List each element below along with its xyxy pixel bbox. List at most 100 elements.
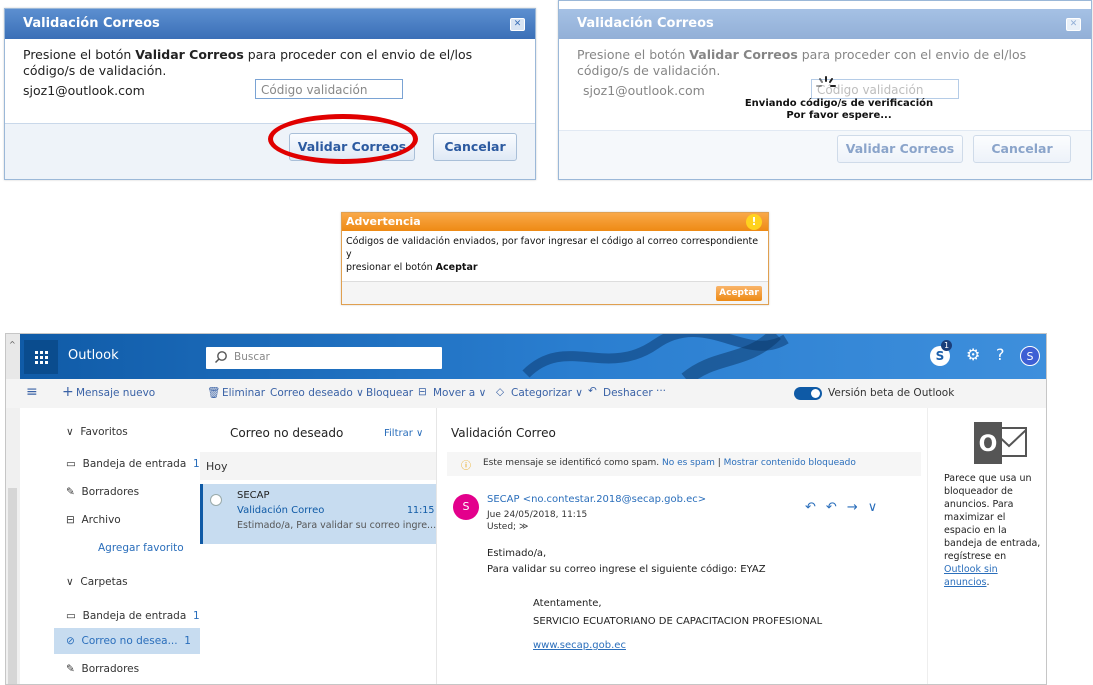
delete-button[interactable]: Eliminar: [222, 387, 265, 399]
ad-pane: O Parece que usa un bloqueador de anunci…: [927, 408, 1046, 684]
outlook-window: ^ Outlook Buscar S 1 ⚙ ? S ≡ + Mensaje n…: [5, 333, 1047, 685]
reply-icon[interactable]: ↶: [805, 500, 826, 515]
warning-titlebar: Advertencia !: [342, 213, 768, 231]
item-time: 11:15: [407, 505, 435, 516]
dialog-title: Validación Correos: [23, 16, 160, 31]
chevron-down-icon[interactable]: ∨: [868, 500, 888, 515]
warning-dialog: Advertencia ! Códigos de validación envi…: [341, 212, 769, 305]
message-list: Correo no deseado Filtrar ∨ Hoy SECAP Va…: [200, 408, 437, 684]
header-decoration: [522, 334, 789, 379]
message-recipients[interactable]: Usted; ≫: [487, 522, 528, 532]
select-checkbox[interactable]: [210, 494, 222, 506]
add-favorite-link[interactable]: Agregar favorito: [98, 542, 184, 554]
cancel-button[interactable]: Cancelar: [433, 133, 517, 161]
app-name[interactable]: Outlook: [68, 348, 119, 363]
item-subject: Validación Correo: [237, 505, 325, 516]
hamburger-icon[interactable]: ≡: [26, 384, 38, 400]
email-label: sjoz1@outlook.com: [583, 83, 705, 98]
forward-icon[interactable]: →: [847, 500, 868, 515]
body-closing: Atentamente,: [533, 598, 602, 609]
folders-header[interactable]: ∨ Carpetas: [66, 576, 128, 588]
notification-badge: 1: [941, 340, 952, 351]
nav-drafts-favorite[interactable]: ✎ Borradores: [66, 486, 139, 498]
nav-drafts[interactable]: ✎ Borradores: [66, 663, 139, 675]
nav-inbox[interactable]: ▭ Bandeja de entrada 1: [66, 610, 200, 622]
help-icon[interactable]: ?: [996, 345, 1005, 364]
show-blocked-link[interactable]: Mostrar contenido bloqueado: [724, 458, 856, 468]
info-icon: ⓘ: [461, 461, 471, 472]
validate-emails-button[interactable]: Validar Correos: [837, 135, 963, 163]
close-icon[interactable]: ✕: [510, 18, 525, 31]
message-subject: Validación Correo: [451, 426, 556, 440]
scrollbar-left[interactable]: [6, 408, 20, 684]
close-icon[interactable]: ✕: [1066, 18, 1081, 31]
beta-toggle[interactable]: [794, 387, 822, 400]
move-button[interactable]: Mover a ∨: [433, 387, 486, 399]
waffle-icon: [35, 351, 48, 364]
dialog-titlebar: Validación Correos ✕: [5, 9, 535, 39]
ad-message: Parece que usa un bloqueador de anuncios…: [944, 473, 1041, 588]
reading-pane: Validación Correo ⓘ Este mensaje se iden…: [437, 408, 927, 684]
toggle-knob: [811, 389, 820, 398]
warning-title: Advertencia: [346, 215, 421, 228]
highlight-circle: [268, 114, 418, 164]
list-item[interactable]: SECAP Validación Correo 11:15 Estimado/a…: [200, 484, 436, 544]
junk-button[interactable]: Correo deseado ∨: [270, 387, 364, 399]
validation-code-input[interactable]: Código validación: [255, 79, 403, 99]
body-text: Para validar su correo ingrese el siguie…: [487, 564, 766, 575]
not-spam-link[interactable]: No es spam: [662, 458, 715, 468]
delete-icon: 🗑: [207, 387, 221, 399]
block-button[interactable]: Bloquear: [366, 387, 413, 399]
outlook-logo-icon: O: [970, 418, 1028, 468]
body-org: SERVICIO ECUATORIANO DE CAPACITACION PRO…: [533, 616, 823, 627]
item-preview: Estimado/a, Para validar su correo ingre…: [237, 520, 437, 531]
item-sender: SECAP: [237, 490, 270, 501]
new-message-button[interactable]: Mensaje nuevo: [76, 387, 155, 399]
gear-icon[interactable]: ⚙: [966, 345, 980, 364]
sending-status: Enviando código/s de verificación Por fa…: [744, 98, 934, 121]
group-header: Hoy: [206, 460, 228, 473]
spam-banner: ⓘ Este mensaje se identificó como spam. …: [447, 452, 921, 476]
accept-button[interactable]: Aceptar: [716, 286, 762, 301]
tag-icon: ◇: [496, 386, 505, 398]
more-button[interactable]: ···: [656, 385, 666, 397]
sender-avatar: S: [453, 494, 479, 520]
ad-free-link[interactable]: Outlook sin anuncios: [944, 564, 998, 588]
validation-dialog-sending: Validación Correos ✕ Presione el botón V…: [558, 0, 1092, 180]
search-placeholder: Buscar: [234, 351, 270, 363]
nav-junk[interactable]: ⊘ Correo no desea... 1: [66, 635, 191, 647]
categorize-button[interactable]: Categorizar ∨: [511, 387, 583, 399]
folder-pane: ∨ Favoritos ▭ Bandeja de entrada 1 ✎ Bor…: [20, 408, 200, 684]
reply-all-icon[interactable]: ↶: [826, 500, 847, 515]
validation-dialog: Validación Correos ✕ Presione el botón V…: [4, 8, 536, 180]
beta-label: Versión beta de Outlook: [828, 387, 955, 399]
spam-notice: Este mensaje se identificó como spam. No…: [483, 458, 856, 468]
reply-actions: ↶↶→∨: [805, 500, 887, 515]
warning-message: Códigos de validación enviados, por favo…: [346, 236, 759, 273]
command-bar: ≡ + Mensaje nuevo 🗑 Eliminar Correo dese…: [6, 379, 1046, 409]
favorites-header[interactable]: ∨ Favoritos: [66, 426, 128, 438]
undo-button[interactable]: Deshacer: [603, 387, 653, 399]
email-label: sjoz1@outlook.com: [23, 83, 145, 98]
scroll-collapse-strip: ^: [6, 334, 20, 379]
loading-spinner-icon: [815, 75, 837, 97]
undo-icon: ↶: [588, 385, 597, 397]
outlook-header: ^ Outlook Buscar S 1 ⚙ ? S: [6, 334, 1046, 379]
chevron-up-icon[interactable]: ^: [9, 340, 16, 349]
dialog-titlebar: Validación Correos ✕: [559, 9, 1091, 39]
move-icon: ⊟: [418, 386, 427, 398]
app-launcher[interactable]: [24, 340, 58, 374]
search-icon: [214, 350, 228, 364]
search-input[interactable]: Buscar: [206, 347, 442, 369]
nav-inbox-favorite[interactable]: ▭ Bandeja de entrada 1: [66, 458, 200, 470]
plus-icon: +: [62, 384, 74, 400]
scrollbar-thumb[interactable]: [8, 488, 17, 684]
avatar[interactable]: S: [1020, 346, 1040, 366]
sender-address[interactable]: SECAP <no.contestar.2018@secap.gob.ec>: [487, 494, 706, 505]
nav-archive[interactable]: ⊟ Archivo: [66, 514, 121, 526]
dialog-title: Validación Correos: [577, 16, 714, 31]
body-greeting: Estimado/a,: [487, 548, 547, 559]
cancel-button[interactable]: Cancelar: [973, 135, 1071, 163]
body-link[interactable]: www.secap.gob.ec: [533, 640, 626, 651]
filter-button[interactable]: Filtrar ∨: [384, 428, 423, 439]
